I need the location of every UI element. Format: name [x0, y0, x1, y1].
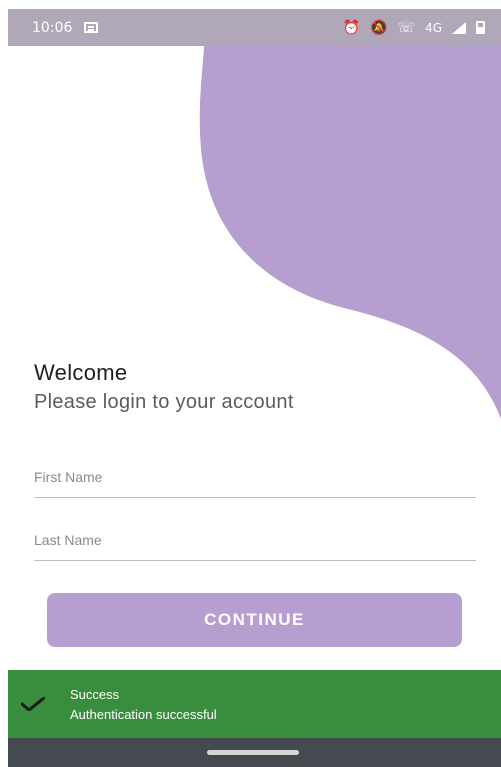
- last-name-field[interactable]: [34, 519, 476, 561]
- check-icon: [21, 697, 45, 711]
- status-left: 10:06: [32, 19, 99, 36]
- news-icon: [84, 22, 99, 33]
- home-handle[interactable]: [207, 750, 299, 755]
- first-name-field[interactable]: [34, 456, 476, 498]
- status-right: ⏰ 🔕 ☏ 4G: [343, 21, 485, 35]
- mute-icon: 🔕: [370, 19, 388, 36]
- status-bar: 10:06 ⏰ 🔕 ☏ 4G: [8, 9, 501, 46]
- alarm-icon: ⏰: [342, 19, 361, 36]
- success-snackbar: Success Authentication successful: [8, 670, 501, 738]
- status-time: 10:06: [32, 19, 73, 36]
- login-content: Welcome Please login to your account CON…: [8, 9, 501, 767]
- call-signal-icon: ☏: [397, 19, 416, 36]
- app-screen: 10:06 ⏰ 🔕 ☏ 4G Welcome Please login to y…: [8, 9, 501, 767]
- page-subtitle: Please login to your account: [34, 391, 294, 413]
- page-title: Welcome: [34, 360, 128, 385]
- navigation-bar: [8, 738, 501, 767]
- battery-icon: [476, 21, 485, 34]
- snackbar-message: Authentication successful: [70, 707, 217, 722]
- signal-icon: [452, 21, 466, 34]
- snackbar-title: Success: [70, 687, 120, 702]
- network-type: 4G: [425, 20, 442, 35]
- continue-button[interactable]: CONTINUE: [47, 593, 462, 647]
